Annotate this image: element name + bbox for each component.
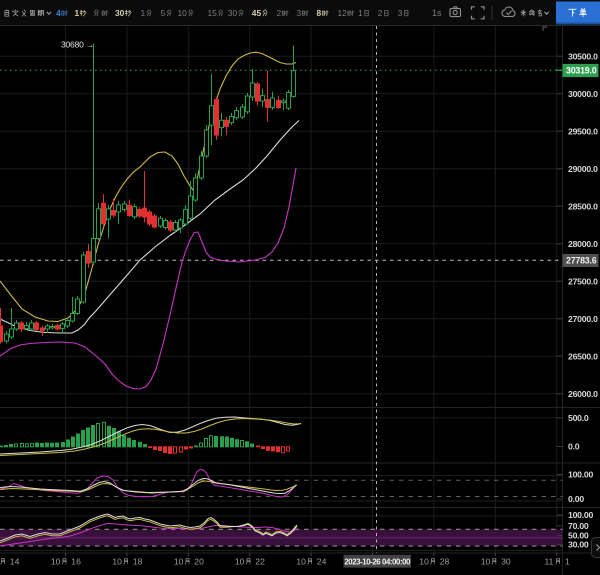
svg-text:100.00: 100.00 [568,510,593,520]
svg-text:30500.0: 30500.0 [568,51,598,61]
svg-text:18: 18 [133,557,143,567]
svg-text:30: 30 [228,8,238,18]
svg-text:2: 2 [277,8,282,18]
svg-text:28: 28 [440,557,450,567]
svg-text:1: 1 [358,8,363,18]
svg-text:30: 30 [501,557,511,567]
svg-text:29500.0: 29500.0 [568,126,598,136]
svg-text:10: 10 [481,557,491,567]
svg-text:30: 30 [115,8,125,18]
svg-text:4: 4 [56,8,61,18]
svg-text:0.0: 0.0 [568,442,580,452]
svg-text:26000.0: 26000.0 [568,389,598,399]
svg-text:24: 24 [317,557,327,567]
svg-text:15: 15 [208,8,218,18]
svg-text:11: 11 [545,557,554,567]
svg-text:10: 10 [235,557,245,567]
svg-text:14: 14 [10,557,20,567]
svg-text:16: 16 [71,557,81,567]
svg-text:10: 10 [174,557,184,567]
svg-text:10: 10 [296,557,306,567]
svg-text:2: 2 [378,8,383,18]
svg-text:27500.0: 27500.0 [568,276,598,286]
svg-text:1s: 1s [432,8,442,18]
svg-text:70.00: 70.00 [568,521,589,531]
svg-text:5: 5 [161,8,166,18]
svg-text:500.0: 500.0 [568,413,589,423]
svg-text:10: 10 [419,557,429,567]
svg-text:27783.6: 27783.6 [566,256,597,266]
svg-text:20: 20 [194,557,204,567]
svg-text:30.00: 30.00 [568,540,589,550]
svg-text:29000.0: 29000.0 [568,164,598,174]
svg-text:100.00: 100.00 [568,470,593,480]
svg-text:28500.0: 28500.0 [568,201,598,211]
svg-text:10: 10 [112,557,122,567]
svg-text:8: 8 [317,8,322,18]
svg-text:10: 10 [51,557,61,567]
svg-text:1: 1 [75,8,80,18]
svg-text:45: 45 [252,8,262,18]
svg-text:2023-10-26 04:00:00: 2023-10-26 04:00:00 [344,558,411,567]
svg-text:12: 12 [338,8,348,18]
svg-text:30680 →: 30680 → [61,40,94,50]
svg-text:22: 22 [255,557,265,567]
svg-text:26500.0: 26500.0 [568,351,598,361]
svg-text:1: 1 [565,557,570,567]
svg-text:10: 10 [178,8,188,18]
svg-text:0.00: 0.00 [568,494,584,504]
svg-text:28000.0: 28000.0 [568,239,598,249]
svg-text:27000.0: 27000.0 [568,314,598,324]
svg-text:3: 3 [398,8,403,18]
svg-text:30000.0: 30000.0 [568,89,598,99]
svg-text:3: 3 [297,8,302,18]
svg-text:1: 1 [141,8,146,18]
svg-text:30319.0: 30319.0 [566,66,597,76]
